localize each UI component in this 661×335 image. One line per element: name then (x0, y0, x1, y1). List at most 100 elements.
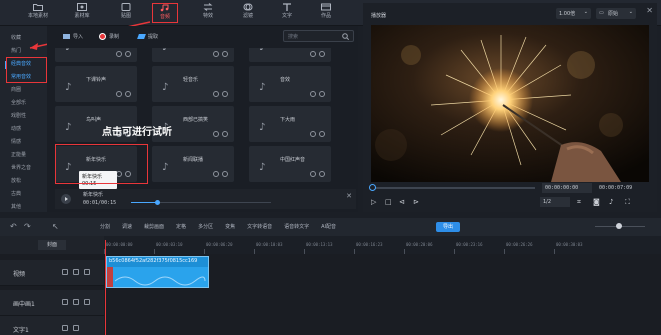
download-icon[interactable] (125, 91, 131, 97)
music-card[interactable]: ♪ 下大雨 (249, 106, 331, 142)
track-label: 画中画1 (13, 301, 35, 308)
music-card[interactable]: ♪ 新闻联播 (152, 146, 234, 182)
chevron-down-icon: ⌄ (583, 9, 588, 15)
download-icon[interactable] (319, 131, 325, 137)
zoom-button[interactable]: 变焦 (225, 223, 235, 230)
favorite-icon[interactable] (116, 51, 122, 57)
play-icon[interactable]: ▷ (371, 198, 376, 206)
ratio-select[interactable]: ▭ 原始 ⌄ (596, 8, 636, 19)
speed-select[interactable]: 1.00倍 ⌄ (556, 8, 591, 19)
search-icon[interactable] (342, 33, 349, 40)
cover-area: 封面 (0, 236, 104, 254)
card-name: 新闻联播 (183, 157, 204, 163)
music-note-icon: ♪ (65, 122, 72, 133)
ruler-tick-label: 00:00:23:16 (456, 242, 483, 247)
next-frame-icon[interactable]: ⊳ (413, 198, 419, 206)
crop-button[interactable]: 裁剪画面 (144, 223, 164, 230)
time-ruler[interactable]: 00:00:00:00 00:00:03:10 00:00:06:20 00:00:1… (104, 240, 661, 254)
ruler-tick-label: 00:00:20:06 (406, 242, 433, 247)
ai-voice-button[interactable]: AI配音 (321, 223, 336, 230)
music-card[interactable]: ♪ 下课铃声 (55, 66, 137, 102)
search-input[interactable]: 搜索 (283, 30, 354, 42)
card-name: 中国红声音 (280, 157, 306, 163)
ratio-value: 原始 (608, 11, 619, 17)
fullscreen-icon[interactable]: ⛶ (625, 198, 630, 207)
record-label: 录制 (109, 34, 120, 40)
download-icon[interactable] (222, 171, 228, 177)
player-progress-track[interactable] (131, 202, 271, 203)
card-name: 鸟叫声 (86, 117, 102, 123)
music-card[interactable]: ♪ 音效 (249, 66, 331, 102)
tts-button[interactable]: 文字转语音 (247, 223, 272, 230)
music-card[interactable]: ♪ (55, 48, 137, 62)
cover-button[interactable]: 封面 (38, 240, 66, 250)
favorite-icon[interactable] (213, 131, 219, 137)
snapshot-icon[interactable]: ◙ (593, 198, 600, 206)
pointer-icon[interactable]: ↖ (52, 222, 59, 231)
preview-scrubber-handle[interactable] (369, 184, 376, 191)
current-time-field[interactable]: 00:00:00:00 (542, 183, 592, 193)
track-label: 文字1 (13, 327, 29, 334)
redo-icon[interactable]: ↷ (24, 222, 31, 231)
ruler-tick-label: 00:00:26:26 (506, 242, 533, 247)
music-card[interactable]: ♪ 中国红声音 (249, 146, 331, 182)
mute-icon[interactable] (84, 299, 90, 305)
download-icon[interactable] (319, 51, 325, 57)
mute-icon[interactable] (84, 269, 90, 275)
play-button[interactable] (61, 194, 71, 204)
favorite-icon[interactable] (116, 91, 122, 97)
favorite-icon[interactable] (213, 51, 219, 57)
player-name: 新年快乐 (83, 192, 104, 198)
page-select[interactable]: 1/2 (540, 197, 570, 207)
record-button[interactable]: 录制 (99, 33, 119, 40)
download-icon[interactable] (222, 51, 228, 57)
music-card[interactable]: ♪ (152, 48, 234, 62)
freeze-button[interactable]: 定格 (176, 223, 186, 230)
music-note-icon: ♪ (259, 122, 266, 133)
favorite-icon[interactable] (310, 91, 316, 97)
split-button[interactable]: 分割 (100, 223, 110, 230)
track-area: 视频 画中画1 文字1 b56c0864f52af282f375f0815cc1… (0, 240, 661, 335)
music-card[interactable]: ♪ (249, 48, 331, 62)
lock-icon[interactable] (62, 299, 68, 305)
import-label: 导入 (73, 34, 84, 40)
sparkler-image (371, 25, 649, 182)
crop-icon[interactable]: ⌗ (577, 198, 581, 207)
visibility-icon[interactable] (73, 269, 79, 275)
download-icon[interactable] (222, 91, 228, 97)
favorite-icon[interactable] (310, 51, 316, 57)
visibility-icon[interactable] (73, 325, 79, 331)
download-icon[interactable] (319, 171, 325, 177)
speed-button[interactable]: 调速 (122, 223, 132, 230)
favorite-icon[interactable] (213, 171, 219, 177)
favorite-icon[interactable] (213, 91, 219, 97)
extract-button[interactable]: 提取 (137, 33, 158, 40)
lock-icon[interactable] (62, 325, 68, 331)
export-button[interactable]: 导出 (436, 222, 460, 232)
lock-icon[interactable] (62, 269, 68, 275)
undo-icon[interactable]: ↶ (10, 222, 17, 231)
close-icon[interactable]: ✕ (346, 192, 352, 200)
video-frame (371, 25, 649, 182)
player-progress-handle[interactable] (155, 200, 160, 205)
download-icon[interactable] (222, 131, 228, 137)
volume-icon[interactable]: ♪ (609, 198, 613, 206)
multi-split-button[interactable]: 多分区 (198, 223, 213, 230)
track-header-video: 视频 (0, 260, 104, 286)
playhead[interactable] (105, 240, 106, 335)
visibility-icon[interactable] (73, 299, 79, 305)
stop-icon[interactable]: □ (385, 198, 392, 206)
close-icon[interactable]: ✕ (646, 6, 653, 15)
download-icon[interactable] (125, 51, 131, 57)
music-card[interactable]: ♪ 轻音乐 (152, 66, 234, 102)
download-icon[interactable] (319, 91, 325, 97)
ruler-tick-label: 00:00:03:10 (156, 242, 183, 247)
zoom-slider-handle[interactable] (616, 223, 622, 229)
import-button[interactable]: 导入 (63, 33, 83, 40)
favorite-icon[interactable] (310, 171, 316, 177)
preview-scrubber[interactable] (371, 187, 535, 189)
previous-frame-icon[interactable]: ⊲ (399, 198, 405, 206)
stt-button[interactable]: 语音转文字 (284, 223, 309, 230)
favorite-icon[interactable] (310, 131, 316, 137)
video-clip[interactable]: b56c0864f52af282f375f0815cc169 (106, 256, 209, 288)
